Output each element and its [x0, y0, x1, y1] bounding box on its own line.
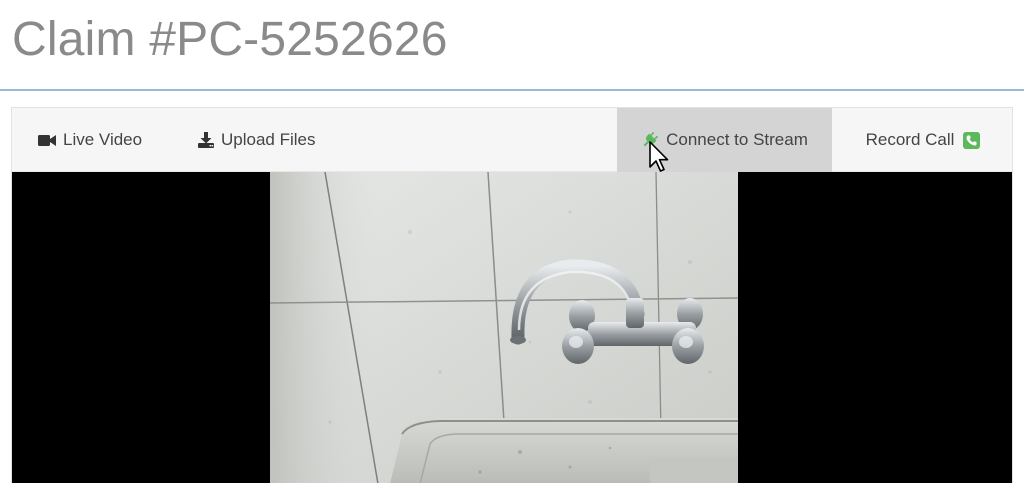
live-video-tab[interactable]: Live Video [24, 108, 154, 172]
record-call-label: Record Call [865, 130, 955, 149]
connect-to-stream-label: Connect to Stream [666, 130, 808, 149]
live-video-label: Live Video [63, 130, 143, 149]
phone-square-icon [963, 131, 981, 149]
record-call-button[interactable]: Record Call [848, 108, 998, 172]
video-panel: Live Video Upload Files Connect to Strea… [11, 107, 1013, 483]
video-stream-frame [270, 172, 738, 483]
connect-to-stream-button[interactable]: Connect to Stream [617, 108, 832, 172]
video-camera-icon [38, 134, 56, 147]
video-toolbar: Live Video Upload Files Connect to Strea… [12, 108, 1012, 172]
upload-files-label: Upload Files [221, 130, 316, 149]
plug-icon [641, 131, 659, 149]
upload-files-tab[interactable]: Upload Files [184, 108, 334, 172]
page-title: Claim #PC-5252626 [12, 13, 448, 66]
video-viewport[interactable] [12, 172, 1012, 483]
download-icon [198, 132, 214, 148]
faucet-image [270, 172, 738, 483]
claim-page: Claim #PC-5252626 Live Video Upload File… [0, 0, 1024, 483]
title-divider [0, 89, 1024, 91]
